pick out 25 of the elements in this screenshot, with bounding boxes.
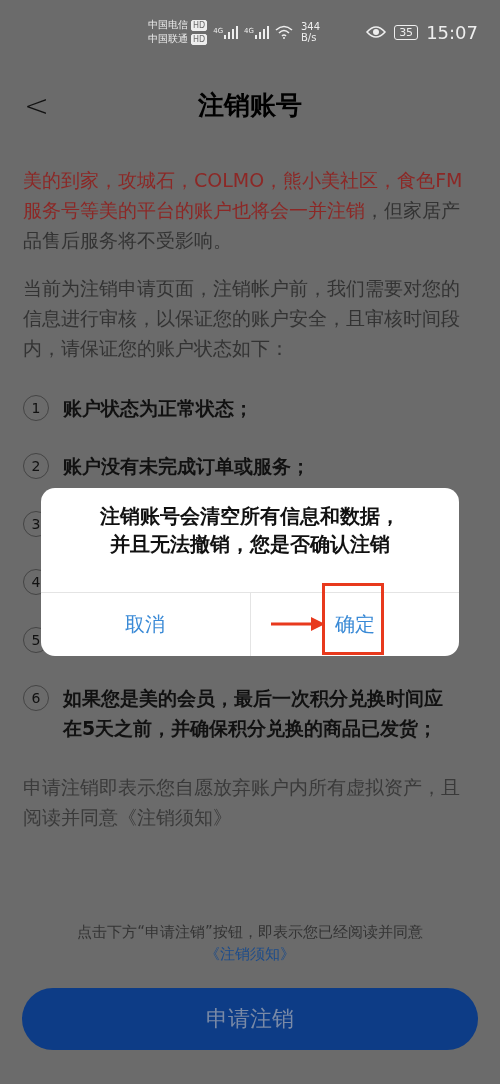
speed-unit: B/s bbox=[300, 32, 318, 43]
page-title: 注销账号 bbox=[198, 88, 302, 122]
battery-level: 35 bbox=[394, 24, 419, 40]
carrier-name: 中国联通 bbox=[148, 33, 188, 45]
dialog-button[interactable]: 确定 bbox=[328, 607, 381, 642]
back-button[interactable]: < bbox=[20, 88, 54, 123]
signal-icon bbox=[254, 25, 269, 39]
intro-paragraph: 当前为注销申请页面，注销帐户前，我们需要对您的信息进行审核，以保证您的账户安全，且审核时间段内，请保证您的账户状态如下： bbox=[23, 276, 461, 361]
hd-badge: HD bbox=[191, 19, 208, 31]
dialog-button[interactable]: 取消 bbox=[119, 607, 172, 642]
dialog-message: 并且无法撤销，您是否确认注销 bbox=[109, 531, 391, 558]
hd-badge: HD bbox=[191, 33, 208, 45]
signal-icon bbox=[224, 25, 239, 39]
clock-time: 15:07 bbox=[426, 21, 478, 43]
wifi-icon bbox=[274, 25, 293, 39]
notice-paragraph: 美的到家，攻城石，COLMO，熊小美社区，食色FM服务号等美的平台的账户也将会一并注销，但家居产品售后服务将不受影响。 bbox=[23, 168, 464, 253]
carrier-name: 中国电信 bbox=[148, 19, 188, 31]
condition-text: 账户没有未完成订单或服务； bbox=[63, 454, 310, 479]
condition-text: 账户状态为正常状态； bbox=[63, 396, 253, 421]
condition-text: 如果您是美的会员，最后一次积分兑换时间应在5天之前，并确保积分兑换的商品已发货； bbox=[63, 686, 444, 741]
annotation-arrow bbox=[270, 617, 325, 631]
dialog-message: 注销账号会清空所有信息和数据， bbox=[99, 503, 401, 530]
eye-icon bbox=[366, 25, 387, 39]
apply-button[interactable]: 申请注销 bbox=[22, 988, 478, 1050]
network-speed: 344 bbox=[300, 21, 321, 32]
